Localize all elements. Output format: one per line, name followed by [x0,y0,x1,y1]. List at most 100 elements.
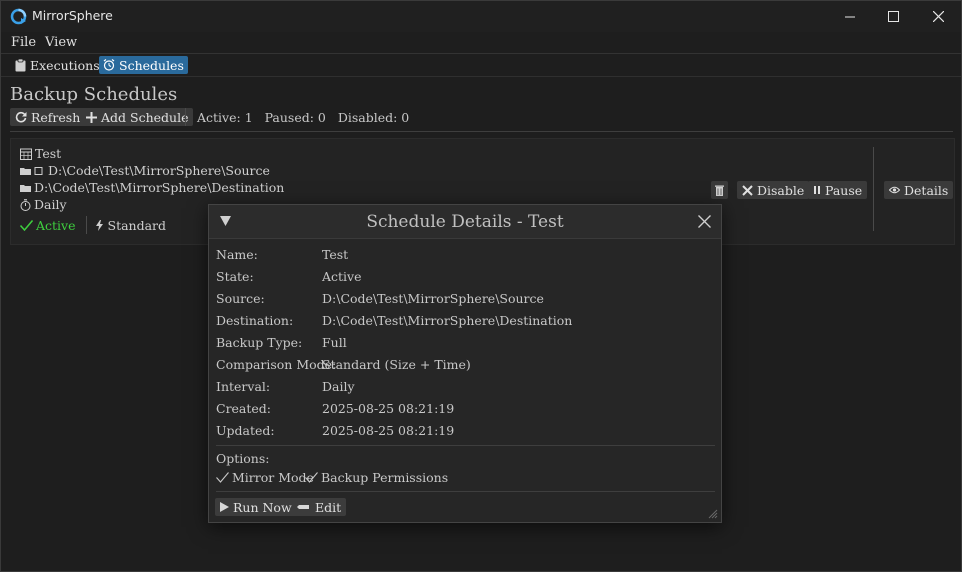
trash-icon [715,185,724,196]
app-logo-icon [10,8,27,25]
minimize-icon [845,16,855,17]
schedule-status-row: Active Standard [20,216,166,234]
field-label-updated: Updated: [216,423,275,438]
run-now-label: Run Now [233,499,292,515]
field-label-destination: Destination: [216,313,294,328]
header-divider [10,131,953,132]
options-label: Options: [216,451,270,466]
option-backup-permissions-label: Backup Permissions [321,470,449,485]
maximize-button[interactable] [870,1,916,32]
field-value-interval: Daily [322,379,355,394]
schedule-interval-row: Daily [20,197,67,212]
field-label-created: Created: [216,401,272,416]
paused-count: Paused: 0 [264,110,326,125]
field-label-comparison-mode: Comparison Mode: [216,357,337,372]
menu-bar: File View [1,32,961,54]
checkmark-icon [216,472,229,483]
app-window: MirrorSphere File View Executions Schedu… [0,0,962,572]
folder-icon [20,167,31,175]
folder-icon [20,184,31,192]
refresh-label: Refresh [31,109,81,125]
details-button[interactable]: Details [884,181,954,199]
status-badge: Active [36,217,76,233]
field-label-source: Source: [216,291,265,306]
eye-icon [889,186,900,194]
toolbar-divider [185,108,186,126]
stopwatch-icon [20,198,31,211]
schedule-destination: D:\Code\Test\MirrorSphere\Destination [34,180,285,195]
calendar-icon [20,148,32,160]
dialog-footer-divider [216,491,715,492]
schedule-name: Test [35,146,62,161]
menu-view[interactable]: View [45,35,77,50]
delete-button[interactable] [711,181,728,199]
field-label-name: Name: [216,247,258,262]
clipboard-icon [15,58,26,71]
title-bar[interactable]: MirrorSphere [1,1,961,32]
tab-executions[interactable]: Executions [11,56,104,74]
field-value-source: D:\Code\Test\MirrorSphere\Source [322,291,544,306]
close-icon [932,11,944,22]
plus-icon [86,111,97,123]
tab-executions-label: Executions [30,57,100,73]
actions-divider [873,147,874,231]
menu-file[interactable]: File [11,35,36,50]
x-icon [742,184,753,196]
edit-button[interactable]: Edit [292,498,347,516]
pencil-icon [297,505,309,509]
field-value-updated: 2025-08-25 08:21:19 [322,423,455,438]
tab-bar: Executions Schedules [1,53,961,77]
maximize-icon [887,11,899,22]
field-label-backup-type: Backup Type: [216,335,303,350]
checkmark-icon [305,472,318,483]
field-value-created: 2025-08-25 08:21:19 [322,401,455,416]
schedule-source: D:\Code\Test\MirrorSphere\Source [48,163,270,178]
field-label-interval: Interval: [216,379,271,394]
square-icon [34,166,43,175]
active-count: Active: 1 [197,110,253,125]
disabled-count: Disabled: 0 [337,110,410,125]
refresh-icon [15,111,27,123]
add-schedule-button[interactable]: Add Schedule [81,108,194,126]
details-label: Details [904,182,949,198]
field-value-comparison-mode: Standard (Size + Time) [322,357,471,372]
schedule-details-dialog: Schedule Details - Test Name: Test State… [208,204,722,523]
run-now-button[interactable]: Run Now [215,498,297,516]
field-label-state: State: [216,269,254,284]
schedule-destination-row: D:\Code\Test\MirrorSphere\Destination [20,180,284,195]
disable-label: Disable [757,182,805,198]
field-value-state: Active [322,269,362,284]
schedule-interval: Daily [34,197,67,212]
dialog-header[interactable]: Schedule Details - Test [209,205,721,239]
option-backup-permissions: Backup Permissions [305,470,448,485]
pause-label: Pause [825,182,863,198]
dialog-title: Schedule Details - Test [366,212,564,232]
add-schedule-label: Add Schedule [101,109,189,125]
checkmark-icon [20,219,33,231]
field-value-destination: D:\Code\Test\MirrorSphere\Destination [322,313,573,328]
status-divider [85,216,87,234]
close-icon[interactable] [698,215,711,228]
field-value-backup-type: Full [322,335,347,350]
play-icon [220,502,229,512]
dialog-divider [216,445,715,446]
schedule-name-row: Test [20,146,61,161]
window-title: MirrorSphere [32,8,113,23]
refresh-button[interactable]: Refresh [10,108,86,126]
tab-schedules-label: Schedules [119,57,184,73]
schedule-mode: Standard [107,217,167,233]
schedule-counts: Active: 1 Paused: 0 Disabled: 0 [197,110,409,125]
edit-label: Edit [315,499,342,515]
close-window-button[interactable] [915,1,961,32]
lightning-icon [95,219,103,231]
option-mirror-mode-label: Mirror Mode [232,470,314,485]
page-title: Backup Schedules [10,84,178,105]
tab-schedules[interactable]: Schedules [99,56,188,74]
disable-button[interactable]: Disable [737,181,810,199]
pause-icon [814,186,820,194]
option-mirror-mode: Mirror Mode [216,470,314,485]
minimize-button[interactable] [827,1,873,32]
resize-grip-icon[interactable] [708,509,718,519]
pause-button[interactable]: Pause [808,181,868,199]
alarm-clock-icon [103,59,115,71]
